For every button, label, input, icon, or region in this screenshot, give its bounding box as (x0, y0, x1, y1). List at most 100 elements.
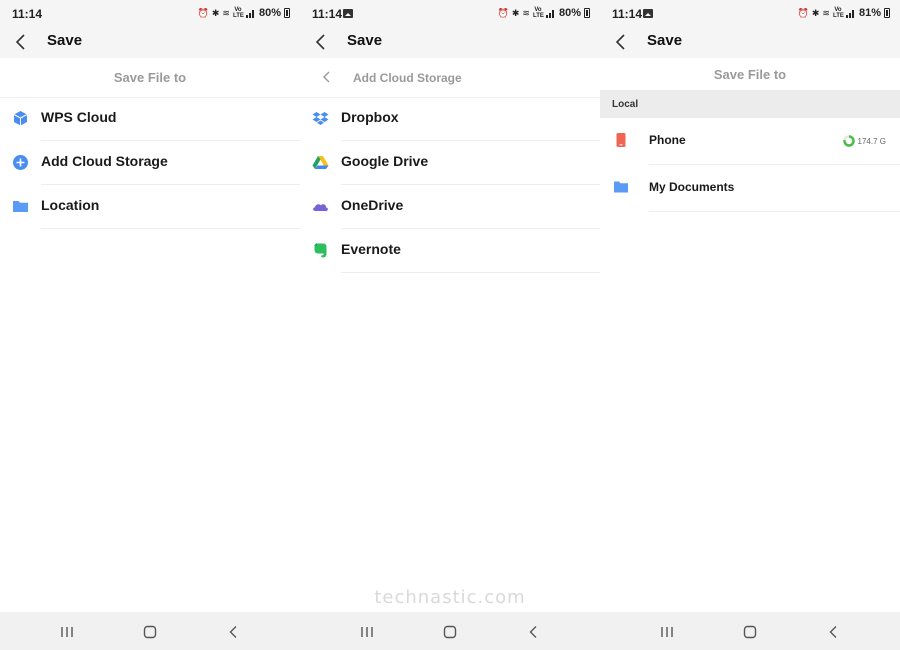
alarm-icon: ⏰ (797, 8, 809, 18)
battery-icon (884, 8, 890, 18)
battery-icon (584, 8, 590, 18)
storage-indicator: 174.7 G (842, 135, 886, 147)
divider (649, 211, 900, 212)
subtitle-bar: Save File to (600, 58, 900, 90)
list-item-google-drive[interactable]: Google Drive (300, 141, 600, 185)
gallery-notification-icon (643, 9, 653, 18)
page-title: Save (347, 32, 383, 49)
nav-group (600, 612, 900, 650)
system-nav-bar (0, 612, 900, 650)
screens: 11:14 ⏰ ✱ ≋ VoLTE 80% Save Save File to (0, 0, 900, 612)
status-time: 11:14 (612, 7, 643, 21)
bluetooth-icon: ✱ (211, 8, 220, 18)
list-item-onedrive[interactable]: OneDrive (300, 185, 600, 229)
signal-icon (845, 8, 856, 18)
list-item-label: My Documents (649, 180, 735, 194)
list-item-wps-cloud[interactable]: WPS Cloud (0, 97, 300, 141)
page-title: Save (647, 32, 683, 49)
battery-icon (284, 8, 290, 18)
storage-ring-icon (842, 135, 855, 147)
watermark: technastic.com (374, 587, 526, 608)
subtitle: Save File to (113, 70, 187, 85)
dropbox-icon (312, 112, 329, 125)
wifi-icon: ≋ (522, 8, 530, 18)
list-item-my-documents[interactable]: My Documents (600, 165, 900, 212)
status-icons: ⏰ ✱ ≋ Vo LTE 81% (798, 6, 890, 20)
list-item-add-cloud-storage[interactable]: Add Cloud Storage (0, 141, 300, 185)
list-item-dropbox[interactable]: Dropbox (300, 97, 600, 141)
app-header: Save (600, 28, 900, 58)
sub-back-arrow-icon[interactable] (320, 69, 334, 85)
list-item-label: OneDrive (341, 197, 404, 213)
list-item-label: Phone (649, 133, 686, 147)
section-header-local: Local (600, 90, 900, 118)
battery-percent: 81% (858, 7, 881, 19)
list-item-phone[interactable]: Phone 174.7 G (600, 118, 900, 165)
app-header: Save (300, 28, 600, 58)
list-item-label: Add Cloud Storage (41, 153, 168, 169)
list-item-label: Location (41, 197, 100, 213)
wifi-icon: ≋ (222, 8, 230, 18)
subtitle: Save File to (713, 67, 787, 82)
home-icon[interactable] (441, 624, 459, 640)
app-header: Save (0, 28, 300, 58)
back-arrow-icon[interactable] (612, 32, 630, 52)
status-bar: 11:14 ⏰ ✱ ≋ Vo LTE 80% (0, 0, 300, 28)
status-time: 11:14 (312, 7, 343, 21)
subtitle-bar: Add Cloud Storage (300, 58, 600, 98)
gallery-notification-icon (343, 9, 353, 18)
screen-add-cloud-storage: 11:14 ⏰ ✱ ≋ Vo LTE 80% Save Add Cloud Sto… (300, 0, 600, 612)
back-arrow-icon[interactable] (312, 32, 330, 52)
back-arrow-icon[interactable] (12, 32, 30, 52)
nav-group (300, 612, 600, 650)
signal-icon (545, 8, 556, 18)
status-bar: 11:14 ⏰ ✱ ≋ Vo LTE 81% (600, 0, 900, 28)
subtitle: Add Cloud Storage (353, 71, 462, 85)
divider (41, 228, 300, 229)
bluetooth-icon: ✱ (511, 8, 520, 18)
screen-save-file-to-local: 11:14 ⏰ ✱ ≋ Vo LTE 81% Save Save File to … (600, 0, 900, 612)
evernote-icon (314, 243, 327, 258)
list-item-evernote[interactable]: Evernote (300, 229, 600, 273)
wifi-icon: ≋ (822, 8, 830, 18)
status-bar: 11:14 ⏰ ✱ ≋ Vo LTE 80% (300, 0, 600, 28)
subtitle-bar: Save File to (0, 58, 300, 98)
recent-apps-icon[interactable] (358, 624, 376, 640)
page-title: Save (47, 32, 83, 49)
list-item-label: Google Drive (341, 153, 429, 169)
wps-cloud-icon (13, 111, 28, 126)
phone-icon (616, 133, 626, 147)
divider (341, 272, 600, 273)
status-icons: ⏰ ✱ ≋ Vo LTE 80% (198, 6, 290, 20)
onedrive-icon (313, 204, 328, 211)
alarm-icon: ⏰ (497, 8, 509, 18)
system-back-icon[interactable] (525, 624, 543, 640)
lte-icon: Vo LTE (832, 7, 844, 19)
nav-group (0, 612, 300, 650)
add-icon (13, 155, 28, 170)
folder-icon (614, 181, 628, 193)
bluetooth-icon: ✱ (811, 8, 820, 18)
alarm-icon: ⏰ (197, 8, 209, 18)
system-back-icon[interactable] (825, 624, 843, 640)
system-back-icon[interactable] (225, 624, 243, 640)
status-icons: ⏰ ✱ ≋ Vo LTE 80% (498, 6, 590, 20)
recent-apps-icon[interactable] (58, 624, 76, 640)
lte-icon: Vo LTE (232, 7, 244, 19)
list-item-label: Dropbox (341, 109, 399, 125)
google-drive-icon (312, 156, 329, 169)
battery-percent: 80% (258, 7, 281, 19)
status-time: 11:14 (12, 7, 43, 21)
battery-percent: 80% (558, 7, 581, 19)
list-item-location[interactable]: Location (0, 185, 300, 229)
list-item-label: WPS Cloud (41, 109, 117, 125)
signal-icon (245, 8, 256, 18)
home-icon[interactable] (141, 624, 159, 640)
recent-apps-icon[interactable] (658, 624, 676, 640)
section-label: Local (612, 99, 639, 110)
list-item-label: Evernote (341, 241, 401, 257)
folder-icon (13, 201, 28, 212)
home-icon[interactable] (741, 624, 759, 640)
screen-save-file-to: 11:14 ⏰ ✱ ≋ VoLTE 80% Save Save File to (0, 0, 300, 612)
storage-size: 174.7 G (857, 136, 886, 146)
